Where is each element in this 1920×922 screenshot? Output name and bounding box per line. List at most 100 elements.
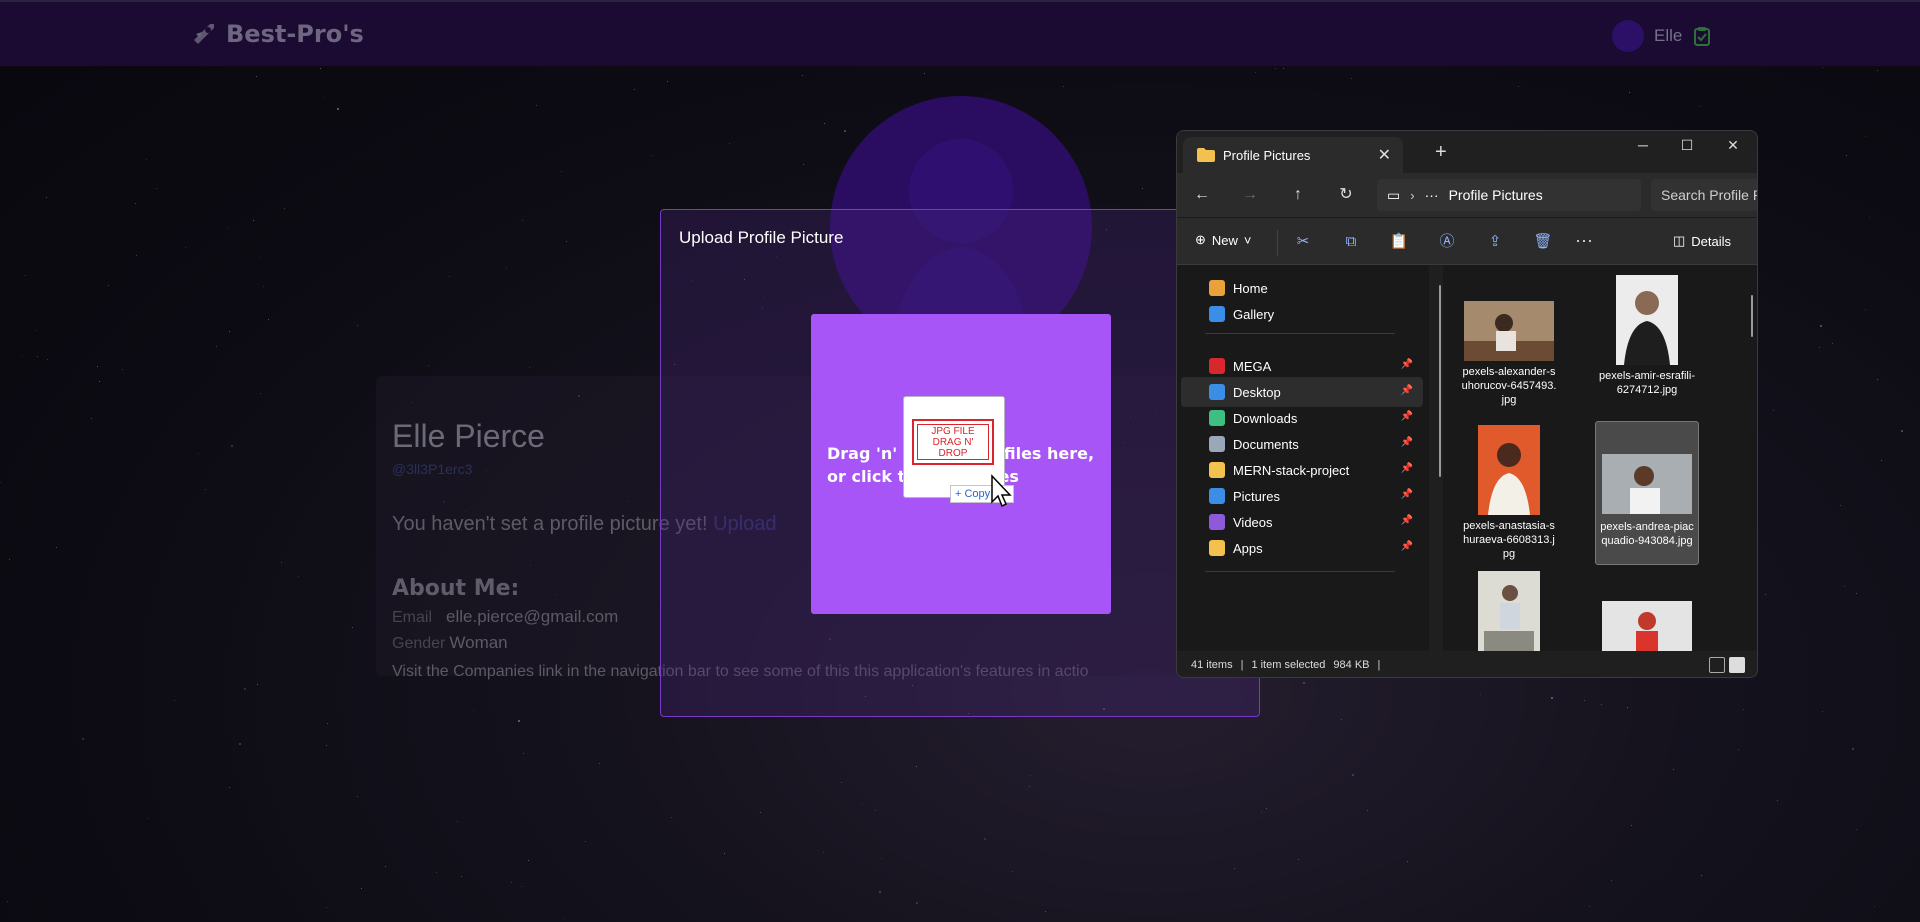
pictures-icon	[1209, 488, 1225, 504]
nav-item-label: Documents	[1233, 436, 1299, 452]
nav-user-menu[interactable]: Elle	[1612, 20, 1712, 52]
file-item[interactable]: pexels-amir-esrafili-6274712.jpg	[1595, 275, 1699, 419]
cut-icon[interactable]: ✂	[1291, 230, 1315, 254]
image-thumbnail	[1478, 425, 1540, 515]
content-scrollbar[interactable]	[1751, 295, 1753, 337]
nav-item-label: Desktop	[1233, 384, 1281, 400]
home-icon	[1209, 280, 1225, 296]
pin-icon[interactable]: 📌	[1401, 463, 1413, 474]
file-item[interactable]: pexels-anastasia-shuraeva-6608313.jpg	[1457, 425, 1561, 569]
desktop-icon	[1209, 384, 1225, 400]
pin-icon[interactable]: 📌	[1401, 359, 1413, 370]
file-name: pexels-andrea-piacquadio-943084.jpg	[1600, 521, 1694, 547]
rocket-icon	[194, 24, 214, 44]
brand-name: Best-Pro's	[226, 20, 364, 48]
share-icon[interactable]: ⇪	[1483, 230, 1507, 254]
image-thumbnail	[1464, 301, 1554, 361]
details-pane-icon: ◫	[1673, 233, 1686, 248]
chevron-right-icon: ›	[1410, 187, 1415, 203]
pin-icon[interactable]: 📌	[1401, 437, 1413, 448]
status-divider: |	[1377, 659, 1381, 671]
file-item[interactable]: pexels-alexander-suhorucov-6457493.jpg	[1457, 281, 1561, 425]
modal-title: Upload Profile Picture	[679, 228, 844, 247]
navigation-pane: Home Gallery MEGA 📌 Desktop 📌 Downloads 📌 Docume…	[1177, 265, 1429, 651]
nav-item-gallery[interactable]: Gallery	[1181, 299, 1423, 329]
nav-user-name: Elle	[1654, 26, 1683, 45]
folder-icon	[1209, 462, 1225, 478]
nav-item-label: MEGA	[1233, 358, 1272, 374]
explorer-titlebar: Profile Pictures ✕ + ─ ☐ ✕	[1177, 131, 1757, 173]
nav-item-label: Apps	[1233, 540, 1263, 556]
top-navbar: Best-Pro's Elle	[0, 0, 1920, 66]
file-item[interactable]	[1595, 591, 1699, 651]
nav-item-label: MERN-stack-project	[1233, 462, 1350, 478]
pin-icon[interactable]: 📌	[1401, 541, 1413, 552]
breadcrumb-current[interactable]: Profile Pictures	[1449, 187, 1543, 203]
gender-value: Woman	[449, 633, 508, 652]
new-button[interactable]: ⊕ New ˅	[1195, 232, 1252, 248]
nav-item-label: Pictures	[1233, 488, 1280, 504]
selection-size: 984 KB	[1333, 659, 1370, 671]
nav-item-apps[interactable]: Apps 📌	[1181, 533, 1423, 563]
pin-icon[interactable]: 📌	[1401, 411, 1413, 422]
thumbnail-label: JPG FILE DRAG N' DROP	[917, 424, 989, 460]
pin-icon[interactable]: 📌	[1401, 385, 1413, 396]
back-arrow-icon[interactable]: ←	[1189, 183, 1215, 207]
mouse-cursor-icon	[991, 474, 1012, 508]
nav-item-label: Videos	[1233, 514, 1273, 530]
explorer-addressbar: ← → ↑ ↻ ▭ › ··· Profile Pictures Search …	[1177, 173, 1757, 217]
nav-divider	[1205, 333, 1395, 334]
details-view-icon[interactable]	[1709, 657, 1725, 673]
search-input[interactable]: Search Profile P	[1651, 179, 1757, 211]
paste-icon[interactable]: 📋	[1387, 230, 1411, 254]
folder-icon	[1197, 148, 1215, 162]
details-button[interactable]: ◫ Details	[1673, 233, 1731, 249]
view-toggles	[1709, 657, 1745, 673]
minimize-icon[interactable]: ─	[1623, 137, 1663, 153]
image-thumbnail	[1616, 275, 1678, 365]
email-value: elle.pierce@gmail.com	[446, 607, 619, 626]
brand-logo[interactable]: Best-Pro's	[190, 20, 364, 48]
more-crumbs-icon[interactable]: ···	[1425, 187, 1439, 203]
rename-icon[interactable]: Ⓐ	[1435, 230, 1459, 254]
selection-count: 1 item selected	[1251, 659, 1326, 671]
details-label: Details	[1691, 233, 1732, 249]
nav-scrollbar[interactable]	[1439, 285, 1441, 477]
maximize-icon[interactable]: ☐	[1667, 137, 1707, 154]
email-label: Email	[392, 609, 433, 626]
delete-icon[interactable]: 🗑	[1531, 230, 1555, 254]
explorer-toolbar: ⊕ New ˅ ✂ ⧉ 📋 Ⓐ ⇪ 🗑 ··· ◫ Details	[1177, 217, 1757, 265]
file-item[interactable]: pexels-andrea-piacquadio-943084.jpg	[1595, 421, 1699, 565]
status-bar: 41 items | 1 item selected 984 KB |	[1177, 651, 1757, 677]
forward-arrow-icon[interactable]: →	[1237, 183, 1263, 207]
chevron-down-icon: ˅	[1243, 232, 1252, 248]
new-label: New	[1211, 232, 1238, 248]
file-content-area: pexels-alexander-suhorucov-6457493.jpg p…	[1443, 265, 1757, 651]
image-thumbnail	[1478, 571, 1540, 651]
explorer-tab[interactable]: Profile Pictures ✕	[1183, 137, 1403, 173]
address-bar[interactable]: ▭ › ··· Profile Pictures	[1377, 179, 1641, 211]
item-count: 41 items	[1191, 659, 1233, 671]
copy-icon[interactable]: ⧉	[1339, 230, 1363, 254]
close-icon[interactable]: ✕	[1713, 137, 1753, 154]
more-options-icon[interactable]: ···	[1575, 230, 1593, 251]
file-item[interactable]	[1457, 571, 1561, 651]
refresh-icon[interactable]: ↻	[1333, 183, 1359, 207]
download-icon	[1209, 410, 1225, 426]
file-explorer-window: Profile Pictures ✕ + ─ ☐ ✕ ← → ↑ ↻ ▭ › ·…	[1176, 130, 1758, 678]
up-arrow-icon[interactable]: ↑	[1285, 183, 1311, 207]
clipboard-check-icon[interactable]	[1692, 26, 1712, 46]
jpg-file-thumbnail: JPG FILE DRAG N' DROP	[912, 419, 994, 465]
pin-icon[interactable]: 📌	[1401, 489, 1413, 500]
nav-item-label: Downloads	[1233, 410, 1298, 426]
close-tab-icon[interactable]: ✕	[1378, 145, 1391, 165]
large-icons-view-icon[interactable]	[1729, 657, 1745, 673]
file-name: pexels-alexander-suhorucov-6457493.jpg	[1461, 366, 1557, 406]
gender-label: Gender	[392, 635, 446, 652]
monitor-icon: ▭	[1387, 186, 1401, 203]
nav-item-label: Gallery	[1233, 306, 1275, 322]
avatar[interactable]	[1612, 20, 1644, 52]
pin-icon[interactable]: 📌	[1401, 515, 1413, 526]
videos-icon	[1209, 514, 1225, 530]
new-tab-button[interactable]: +	[1435, 141, 1447, 164]
